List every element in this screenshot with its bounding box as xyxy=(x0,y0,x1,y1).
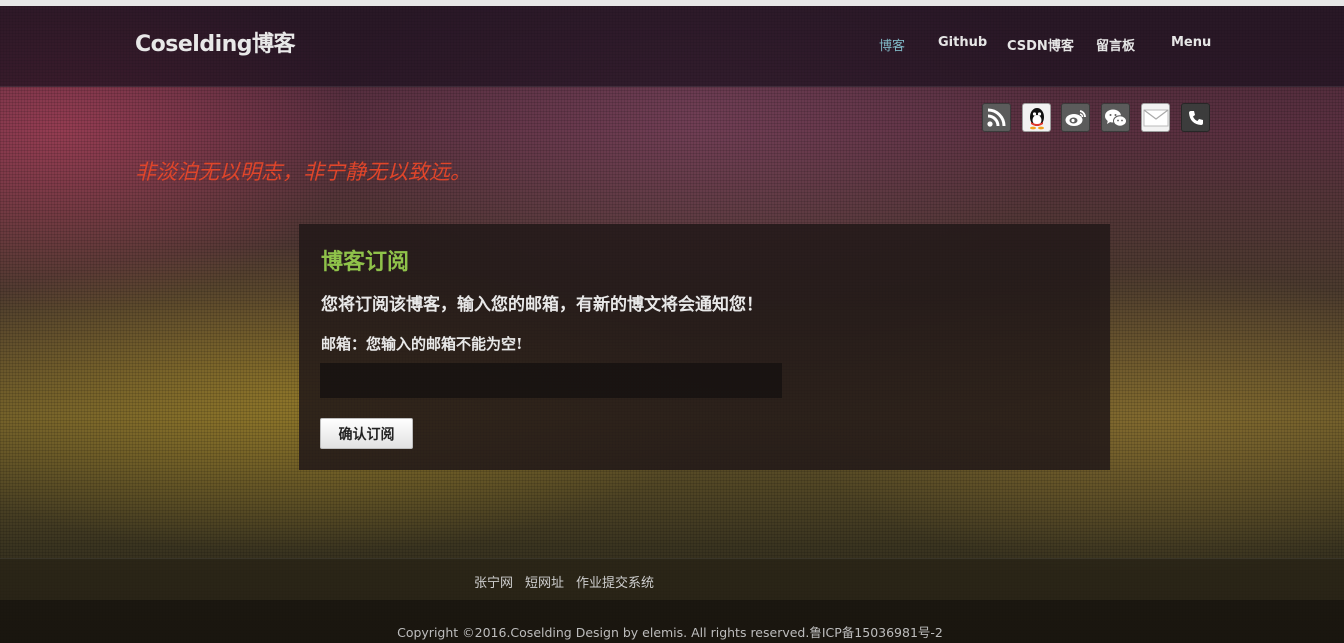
site-header: Coselding博客 博客 Github CSDN博客 留言板 Menu xyxy=(0,6,1344,87)
weibo-icon[interactable] xyxy=(1061,103,1090,132)
subscribe-panel: 博客订阅 您将订阅该博客，输入您的邮箱，有新的博文将会通知您！ 邮箱：您输入的邮… xyxy=(299,224,1110,470)
qq-icon[interactable] xyxy=(1022,103,1051,132)
subscribe-description: 您将订阅该博客，输入您的邮箱，有新的博文将会通知您！ xyxy=(321,295,763,315)
footer-link-homework-system[interactable]: 作业提交系统 xyxy=(576,572,654,591)
nav-item-menu[interactable]: Menu xyxy=(1171,35,1211,50)
footer-bottom: Copyright ©2016.Coselding Design by elem… xyxy=(0,600,1344,643)
phone-icon[interactable] xyxy=(1181,103,1210,132)
main-nav: 博客 Github CSDN博客 留言板 Menu xyxy=(0,35,1344,55)
footer-link-short-url[interactable]: 短网址 xyxy=(525,572,564,591)
footer-links-bar: 张宁网 短网址 作业提交系统 xyxy=(0,558,1344,601)
email-icon[interactable] xyxy=(1141,103,1170,132)
rss-icon[interactable] xyxy=(982,103,1011,132)
nav-item-blog[interactable]: 博客 xyxy=(879,35,905,54)
email-input[interactable] xyxy=(320,363,782,398)
site-motto: 非淡泊无以明志，非宁静无以致远。 xyxy=(135,160,471,184)
nav-item-github[interactable]: Github xyxy=(938,35,987,50)
email-label: 邮箱：您输入的邮箱不能为空! xyxy=(321,335,523,353)
social-icon-bar xyxy=(0,103,1344,133)
copyright-text: Copyright ©2016.Coselding Design by elem… xyxy=(397,625,943,640)
subscribe-title: 博客订阅 xyxy=(321,249,410,275)
confirm-subscribe-button[interactable]: 确认订阅 xyxy=(320,418,413,449)
nav-item-guestbook[interactable]: 留言板 xyxy=(1096,35,1135,54)
wechat-icon[interactable] xyxy=(1101,103,1130,132)
browser-top-edge xyxy=(0,0,1344,6)
footer-link-zhangning[interactable]: 张宁网 xyxy=(474,572,513,591)
nav-item-csdn[interactable]: CSDN博客 xyxy=(1007,35,1074,54)
